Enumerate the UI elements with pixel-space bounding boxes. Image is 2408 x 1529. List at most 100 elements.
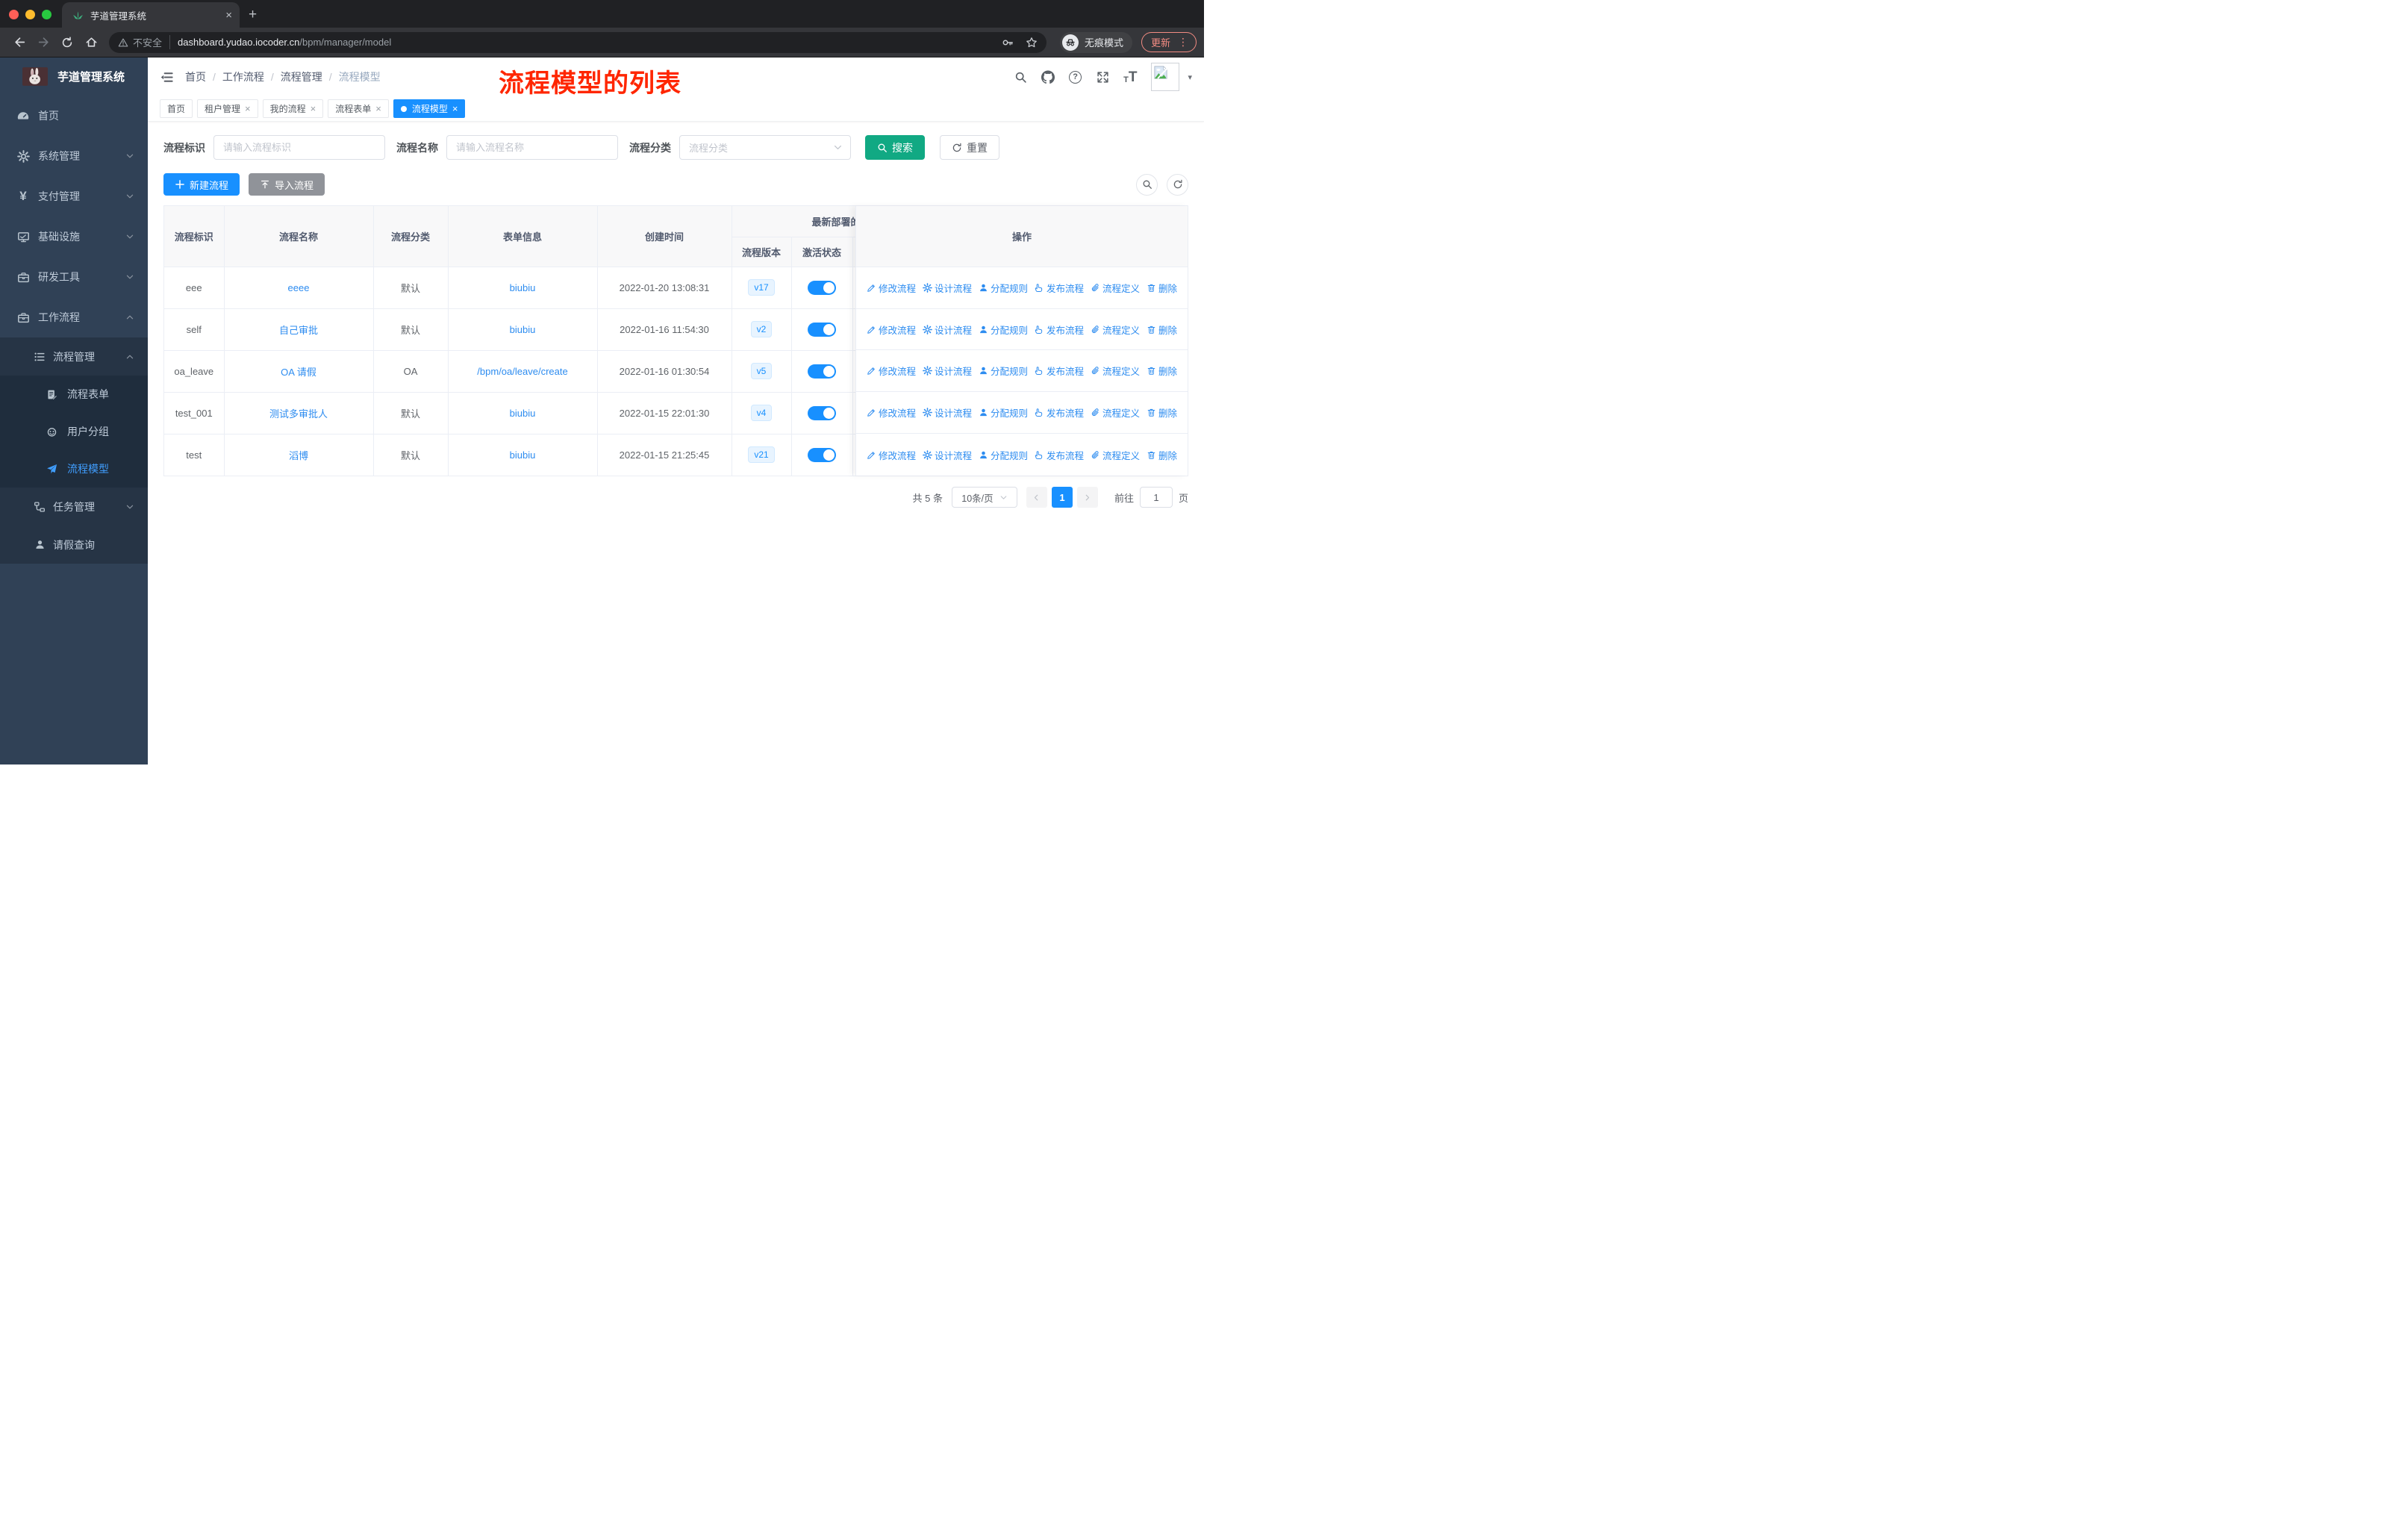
delete-link[interactable]: 删除 [1147,364,1177,378]
publish-process-link[interactable]: 发布流程 [1035,405,1084,420]
font-size-icon[interactable]: TT [1123,70,1137,84]
publish-process-link[interactable]: 发布流程 [1035,281,1084,295]
version-badge[interactable]: v5 [750,363,773,379]
sidebar-item-process-model[interactable]: 流程模型 [0,450,148,488]
avatar[interactable] [1151,63,1180,91]
github-icon[interactable] [1041,70,1055,84]
process-definition-link[interactable]: 流程定义 [1091,281,1140,295]
publish-process-link[interactable]: 发布流程 [1035,448,1084,462]
process-definition-link[interactable]: 流程定义 [1091,448,1140,462]
design-process-link[interactable]: 设计流程 [923,364,972,378]
reset-button[interactable]: 重置 [940,135,999,160]
sidebar-item-payment[interactable]: ¥ 支付管理 [0,176,148,217]
next-page-button[interactable] [1076,487,1098,508]
page-number-current[interactable]: 1 [1051,487,1073,508]
delete-link[interactable]: 删除 [1147,281,1177,295]
new-tab-button[interactable]: + [240,7,267,28]
tag-process-form[interactable]: 流程表单 × [328,99,389,118]
close-icon[interactable]: × [245,103,251,114]
sidebar-collapse-icon[interactable] [160,70,174,84]
process-name-link[interactable]: 自己审批 [279,325,318,336]
delete-link[interactable]: 删除 [1147,405,1177,420]
edit-process-link[interactable]: 修改流程 [867,364,916,378]
reload-icon[interactable] [57,32,78,53]
maximize-window-button[interactable] [42,10,52,19]
search-icon[interactable] [1014,70,1027,84]
design-process-link[interactable]: 设计流程 [923,405,972,420]
category-select[interactable]: 流程分类 [679,135,851,160]
bookmark-star-icon[interactable] [1026,37,1038,49]
form-info-link[interactable]: biubiu [510,282,536,293]
form-info-link[interactable]: /bpm/oa/leave/create [477,366,567,377]
active-toggle[interactable] [808,447,836,462]
assign-rule-link[interactable]: 分配规则 [979,323,1028,337]
version-badge[interactable]: v21 [748,446,775,464]
import-process-button[interactable]: 导入流程 [249,173,325,196]
browser-update-menu[interactable]: 更新 ⋮ [1141,32,1197,52]
sidebar-item-task-mgmt[interactable]: 任务管理 [0,488,148,526]
app-logo[interactable]: 芋道管理系统 [0,57,148,96]
edit-process-link[interactable]: 修改流程 [867,405,916,420]
assign-rule-link[interactable]: 分配规则 [979,405,1028,420]
form-info-link[interactable]: biubiu [510,449,536,461]
create-process-button[interactable]: 新建流程 [163,173,240,196]
refresh-table-button[interactable] [1167,173,1188,196]
design-process-link[interactable]: 设计流程 [923,281,972,295]
sidebar-item-system[interactable]: 系统管理 [0,136,148,176]
form-info-link[interactable]: biubiu [510,408,536,419]
sidebar-item-leave-query[interactable]: 请假查询 [0,526,148,564]
address-bar[interactable]: 不安全 dashboard.yudao.iocoder.cn/bpm/manag… [109,31,1047,53]
fullscreen-icon[interactable] [1096,70,1109,84]
process-definition-link[interactable]: 流程定义 [1091,405,1140,420]
sidebar-item-process-form[interactable]: 流程表单 [0,376,148,413]
prev-page-button[interactable] [1026,487,1047,508]
key-icon[interactable] [1002,37,1014,49]
sidebar-item-devtools[interactable]: 研发工具 [0,257,148,297]
help-icon[interactable]: ? [1069,70,1082,84]
tag-my-process[interactable]: 我的流程 × [262,99,324,118]
sidebar-item-user-group[interactable]: 用户分组 [0,413,148,450]
process-key-input[interactable] [213,135,385,160]
breadcrumb-process-mgmt[interactable]: 流程管理 [281,69,339,84]
sidebar-item-home[interactable]: 首页 [0,96,148,136]
forward-icon[interactable] [33,32,54,53]
sidebar-item-process-mgmt[interactable]: 流程管理 [0,337,148,376]
edit-process-link[interactable]: 修改流程 [867,448,916,462]
breadcrumb-workflow[interactable]: 工作流程 [222,69,281,84]
tab-close-icon[interactable]: × [225,9,232,22]
tag-tenant[interactable]: 租户管理 × [197,99,258,118]
process-name-link[interactable]: OA 请假 [281,367,316,378]
show-search-button[interactable] [1136,173,1158,196]
process-name-link[interactable]: 滔博 [289,450,308,461]
design-process-link[interactable]: 设计流程 [923,448,972,462]
edit-process-link[interactable]: 修改流程 [867,323,916,337]
active-toggle[interactable] [808,280,836,295]
breadcrumb-home[interactable]: 首页 [185,69,222,84]
delete-link[interactable]: 删除 [1147,448,1177,462]
page-size-select[interactable]: 10条/页 [951,487,1017,508]
version-badge[interactable]: v17 [748,279,775,296]
process-definition-link[interactable]: 流程定义 [1091,323,1140,337]
goto-page-input[interactable] [1139,487,1173,508]
design-process-link[interactable]: 设计流程 [923,323,972,337]
close-window-button[interactable] [9,10,19,19]
menu-dots-icon[interactable]: ⋮ [1178,36,1188,49]
form-info-link[interactable]: biubiu [510,324,536,335]
version-badge[interactable]: v4 [750,405,773,421]
active-toggle[interactable] [808,405,836,420]
close-icon[interactable]: × [311,103,316,114]
active-toggle[interactable] [808,364,836,379]
publish-process-link[interactable]: 发布流程 [1035,364,1084,378]
assign-rule-link[interactable]: 分配规则 [979,364,1028,378]
active-toggle[interactable] [808,322,836,337]
assign-rule-link[interactable]: 分配规则 [979,448,1028,462]
process-name-input[interactable] [446,135,618,160]
browser-tab[interactable]: 芋道管理系统 × [62,2,240,28]
assign-rule-link[interactable]: 分配规则 [979,281,1028,295]
sidebar-item-infra[interactable]: 基础设施 [0,217,148,257]
close-icon[interactable]: × [452,103,458,114]
sidebar-item-workflow[interactable]: 工作流程 [0,297,148,337]
process-name-link[interactable]: eeee [288,282,310,293]
delete-link[interactable]: 删除 [1147,323,1177,337]
home-icon[interactable] [81,32,102,53]
